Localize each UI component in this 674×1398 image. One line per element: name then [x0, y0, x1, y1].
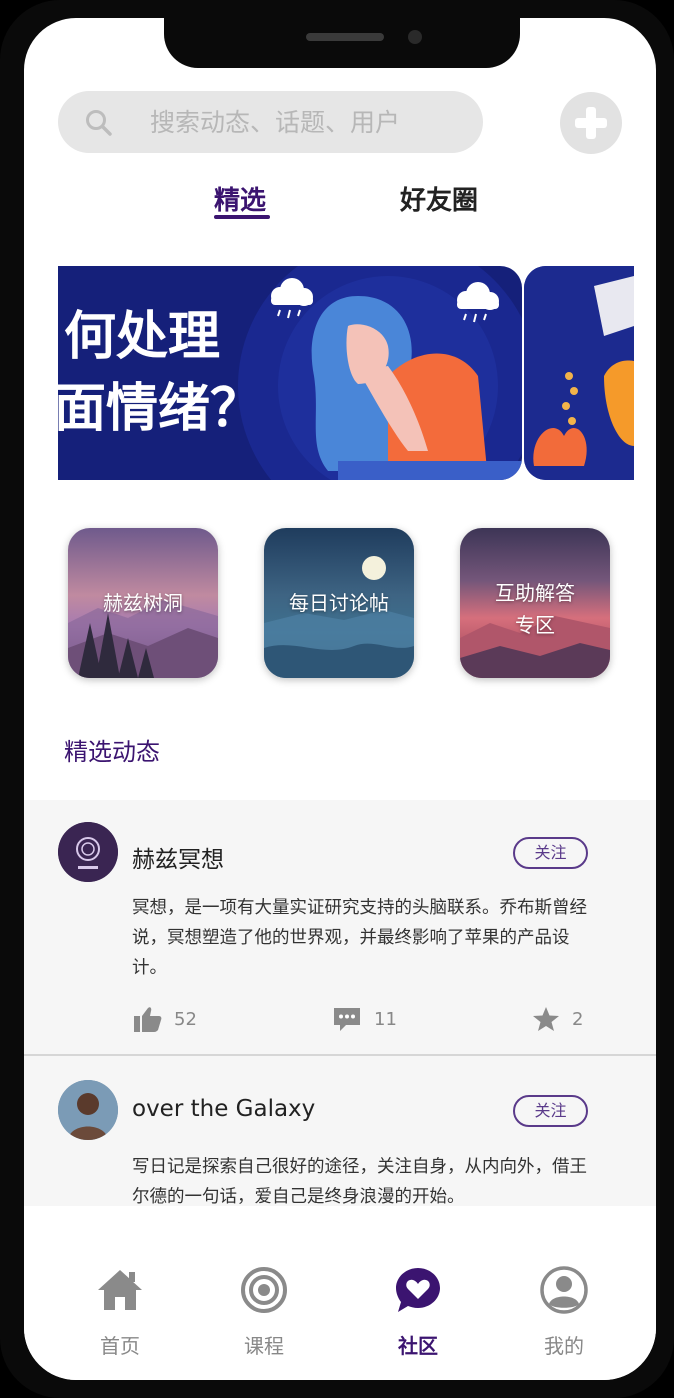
comment-icon	[334, 1008, 360, 1031]
search-bar[interactable]	[58, 91, 483, 153]
post-text[interactable]: 写日记是探索自己很好的途径，关注自身，从内向外，借王尔德的一句话，爱自己是终身浪…	[132, 1152, 592, 1212]
meditation-logo-icon	[58, 822, 118, 882]
banner-headline-line1: 何处理	[64, 307, 221, 367]
category-label-line1: 互助解答	[495, 581, 575, 605]
tab-friends[interactable]: 好友圈	[400, 180, 478, 217]
search-input[interactable]	[150, 91, 470, 153]
add-post-button[interactable]	[560, 92, 622, 154]
phone-frame: 精选 好友圈	[0, 0, 674, 1398]
nav-label: 课程	[244, 1334, 284, 1358]
app-screen: 精选 好友圈	[24, 18, 656, 1380]
like-button[interactable]: 52	[134, 1006, 197, 1032]
post-divider	[24, 1054, 656, 1056]
plus-icon	[575, 107, 607, 139]
category-label: 赫兹树洞	[103, 591, 183, 615]
avatar[interactable]	[58, 822, 118, 882]
banner-headline-line2: 面情绪？	[58, 379, 263, 439]
post-author[interactable]: 赫兹冥想	[132, 840, 224, 874]
banner-slide[interactable]: 何处理 面情绪？	[58, 266, 522, 480]
heart-chat-icon	[396, 1268, 440, 1312]
user-icon	[540, 1266, 588, 1314]
home-icon	[98, 1270, 142, 1310]
banner-illustration	[238, 266, 522, 480]
category-tile-tree-hole[interactable]: 赫兹树洞	[68, 528, 218, 678]
category-label: 每日讨论帖	[289, 591, 389, 615]
banner-next-slide[interactable]	[524, 266, 634, 480]
star-count: 2	[572, 1008, 584, 1030]
category-tile-mutual-help[interactable]: 互助解答 专区	[460, 528, 610, 678]
follow-button[interactable]: 关注	[513, 837, 588, 869]
section-title: 精选动态	[64, 738, 160, 766]
post-text[interactable]: 冥想，是一项有大量实证研究支持的头脑联系。乔布斯曾经说，冥想塑造了他的世界观，并…	[132, 893, 592, 983]
search-icon	[86, 110, 112, 136]
target-icon	[241, 1267, 287, 1313]
like-count: 52	[174, 1008, 197, 1030]
post-author[interactable]: over the Galaxy	[132, 1096, 315, 1122]
speaker	[306, 33, 384, 41]
active-tab-indicator	[214, 215, 270, 219]
star-button[interactable]: 2	[532, 1006, 583, 1032]
star-icon	[533, 1007, 559, 1031]
banner-next-illustration	[524, 266, 634, 480]
avatar[interactable]	[58, 1080, 118, 1140]
tab-featured[interactable]: 精选	[214, 180, 266, 217]
follow-button[interactable]: 关注	[513, 1095, 588, 1127]
category-label-line2: 专区	[515, 613, 555, 637]
thumbs-up-icon	[134, 1007, 162, 1032]
nav-label: 我的	[544, 1334, 584, 1358]
notch	[164, 18, 520, 68]
front-camera	[408, 30, 422, 44]
nav-label: 社区	[398, 1334, 438, 1358]
user-photo-avatar	[58, 1080, 118, 1140]
nav-label: 首页	[100, 1334, 140, 1358]
comment-count: 11	[374, 1008, 397, 1030]
category-tile-daily-discussion[interactable]: 每日讨论帖	[264, 528, 414, 678]
comment-button[interactable]: 11	[332, 1006, 397, 1032]
bottom-nav: 首页 课程 社区 我的	[24, 1206, 656, 1380]
